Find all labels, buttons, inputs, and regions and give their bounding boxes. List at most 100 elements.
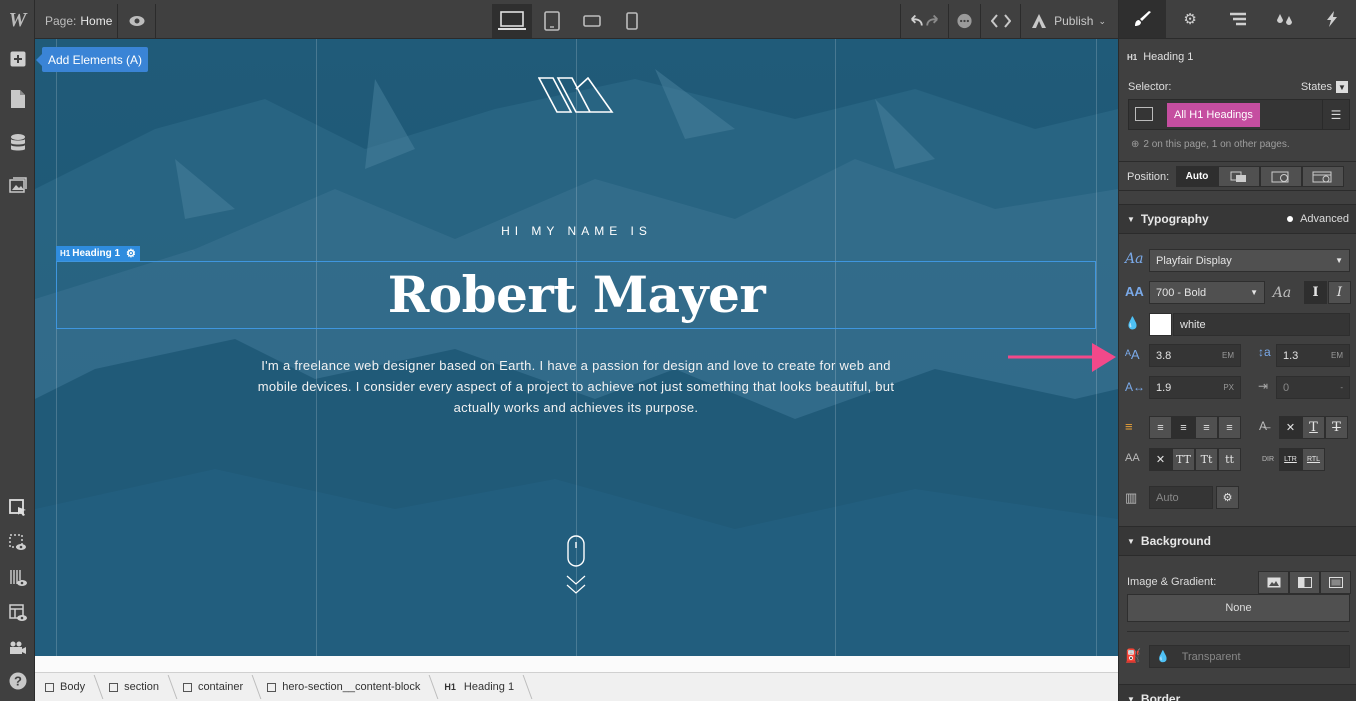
help-button[interactable]: ? [0,664,35,698]
uppercase-button[interactable]: TT [1172,448,1195,471]
hero-description[interactable]: I'm a freelance web designer based on Ea… [256,355,896,418]
decoration-none-button[interactable]: ✕ [1279,416,1302,439]
breadcrumb-item[interactable]: Body [35,673,99,701]
letter-spacing-unit[interactable]: PX [1223,383,1234,392]
eye-icon [129,16,144,26]
device-desktop-button[interactable] [492,4,532,38]
font-family-value: Playfair Display [1156,254,1232,267]
page-selector[interactable]: Page: Home [35,4,118,38]
advanced-toggle[interactable]: Advanced [1287,213,1349,225]
add-elements-button[interactable] [0,42,35,76]
align-center-button[interactable]: ≡ [1172,416,1195,439]
undo-redo[interactable] [900,4,948,38]
columns-settings-button[interactable]: ⚙ [1216,486,1239,509]
align-right-button[interactable]: ≡ [1195,416,1218,439]
breadcrumb-item[interactable]: section [99,673,173,701]
hero-heading[interactable]: Robert Mayer [35,265,1118,324]
letter-spacing-icon: A↔ [1125,380,1146,394]
ltr-button[interactable]: LTR [1279,448,1302,471]
chevron-down-icon: ⌄ [1098,15,1106,26]
pages-button[interactable] [0,82,35,116]
border-section-header[interactable]: ▼ Border [1119,684,1356,701]
breadcrumb-label: Heading 1 [463,681,515,693]
webflow-logo[interactable]: W [0,3,35,37]
capitalize-button[interactable]: Tt [1195,448,1218,471]
publish-button[interactable]: Publish ⌄ [1020,4,1118,38]
selected-element-badge[interactable]: H1 Heading 1 ⚙ [56,246,140,261]
lowercase-button[interactable]: tt [1218,448,1241,471]
video-tutorials-button[interactable] [0,631,35,665]
color-field[interactable]: white [1173,313,1350,336]
tab-interactions[interactable] [1309,0,1356,38]
add-image-button[interactable] [1258,571,1289,594]
preview-layout-button[interactable] [0,596,35,630]
tab-style[interactable] [1119,0,1167,38]
tab-swatches[interactable] [1261,0,1308,38]
background-section-header[interactable]: ▼ Background [1119,526,1356,556]
italic-off-button[interactable]: I [1304,281,1327,304]
selector-field[interactable]: All H1 Headings ☰ [1128,99,1350,130]
tab-navigator[interactable] [1214,0,1261,38]
usage-note-text: 2 on this page, 1 on other pages. [1143,139,1290,150]
font-weight-select[interactable]: 700 - Bold ▼ [1149,281,1265,304]
italic-on-button[interactable]: I [1328,281,1351,304]
text-indent-input[interactable]: 0 - [1276,376,1350,399]
scroll-down-icon[interactable] [564,535,588,597]
font-size-input[interactable]: 3.8 EM [1149,344,1241,367]
position-relative-button[interactable] [1218,166,1260,187]
add-overlay-button[interactable] [1320,571,1351,594]
undo-redo-icon [911,14,939,26]
background-color-field[interactable]: 💧 Transparent [1149,645,1350,668]
align-left-button[interactable]: ≡ [1149,416,1172,439]
more-button[interactable] [948,4,980,38]
breadcrumb-item[interactable]: H1 Heading 1 [434,673,528,701]
font-family-select[interactable]: Playfair Display ▼ [1149,249,1350,272]
breadcrumb-item[interactable]: container [173,673,257,701]
grid-overlay-button[interactable] [0,561,35,595]
color-swatch[interactable] [1149,313,1172,336]
add-gradient-button[interactable] [1289,571,1320,594]
solid-overlay-icon [1328,577,1343,588]
position-absolute-button[interactable] [1260,166,1302,187]
font-size-value: 3.8 [1156,349,1172,362]
underline-button[interactable]: T [1302,416,1325,439]
layout-eye-icon [8,604,27,621]
columns-input[interactable]: Auto [1149,486,1213,509]
brand-logo[interactable] [538,77,614,113]
position-auto-button[interactable]: Auto [1176,166,1218,187]
grid-column-line [835,39,836,656]
selector-chip[interactable]: All H1 Headings [1167,103,1260,127]
align-justify-button[interactable]: ≡ [1218,416,1241,439]
design-canvas[interactable]: HI MY NAME IS H1 Heading 1 ⚙ Robert Maye… [35,39,1118,656]
hero-intro-text[interactable]: HI MY NAME IS [35,224,1118,238]
device-landscape-button[interactable] [572,4,612,38]
device-tablet-button[interactable] [532,4,572,38]
typography-section-header[interactable]: ▼ Typography Advanced [1119,204,1356,234]
text-indent-unit[interactable]: - [1340,383,1343,392]
letter-spacing-input[interactable]: 1.9 PX [1149,376,1241,399]
gear-icon[interactable]: ⚙ [126,247,136,260]
drops-icon [1276,14,1292,25]
linear-gradient-icon [1297,577,1312,588]
device-portrait-button[interactable] [612,4,652,38]
text-case-icon: AA [1125,452,1140,464]
assets-button[interactable] [0,168,35,202]
rtl-button[interactable]: RTL [1302,448,1325,471]
line-height-unit[interactable]: EM [1331,351,1343,360]
cms-button[interactable] [0,126,35,160]
strikethrough-button[interactable]: T [1325,416,1348,439]
tab-settings[interactable]: ⚙ [1166,0,1213,38]
show-outlines-button[interactable] [0,526,35,560]
font-size-unit[interactable]: EM [1222,351,1234,360]
camera-icon [9,641,26,654]
selector-menu-icon[interactable]: ☰ [1322,100,1349,129]
preview-button[interactable] [118,4,156,38]
states-dropdown[interactable]: States ▼ [1301,81,1348,93]
line-height-input[interactable]: 1.3 EM [1276,344,1350,367]
navigator-select-button[interactable] [0,491,35,525]
breadcrumb-item[interactable]: hero-section__content-block [257,673,434,701]
code-export-button[interactable] [980,4,1020,38]
position-fixed-button[interactable] [1302,166,1344,187]
help-icon: ? [9,672,26,690]
case-none-button[interactable]: ✕ [1149,448,1172,471]
